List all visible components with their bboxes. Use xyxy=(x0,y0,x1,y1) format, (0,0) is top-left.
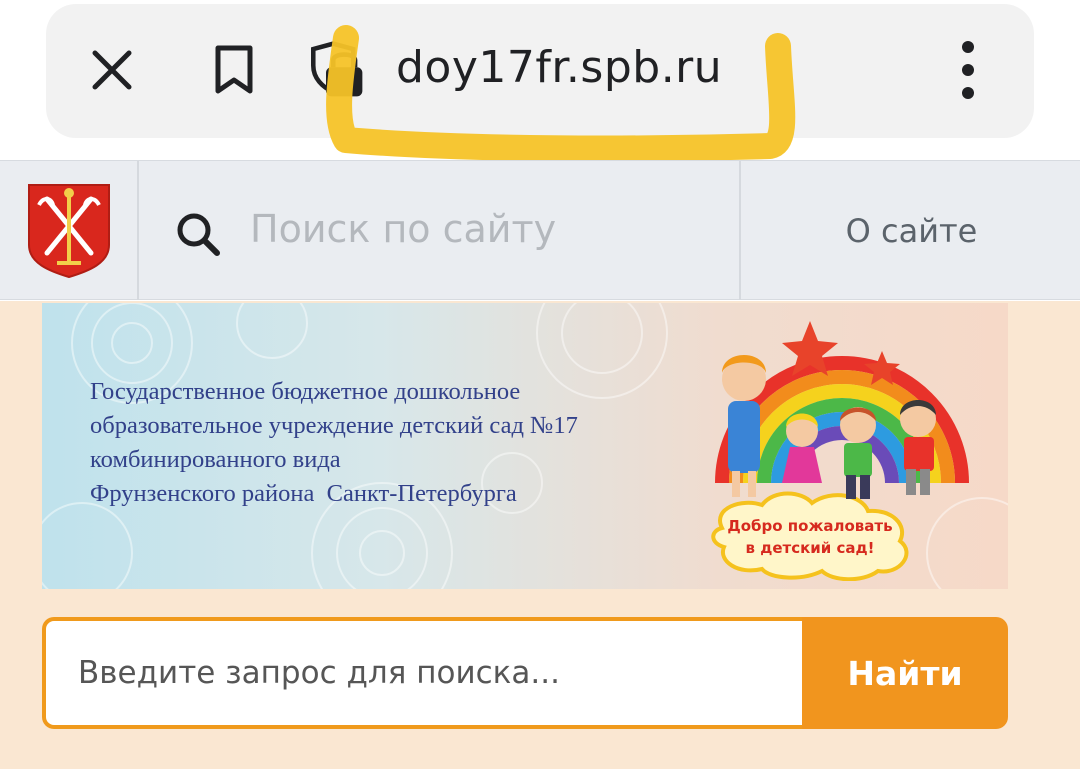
banner-line: комбинированного вида xyxy=(90,446,341,473)
page-content: Государственное бюджетное дошкольное обр… xyxy=(0,301,1080,769)
browser-toolbar: doy17fr.spb.ru xyxy=(0,0,1080,162)
search-input[interactable]: Введите запрос для поиска... xyxy=(42,617,804,729)
banner-line: Государственное бюджетное дошкольное xyxy=(90,378,521,405)
spb-coat-of-arms-icon xyxy=(27,183,110,278)
search-button[interactable]: Найти xyxy=(802,617,1008,729)
url-text[interactable]: doy17fr.spb.ru xyxy=(396,42,722,93)
banner-line: образовательное учреждение детский сад №… xyxy=(90,412,578,439)
header-banner: Государственное бюджетное дошкольное обр… xyxy=(42,303,1008,589)
about-site-link[interactable]: О сайте xyxy=(743,161,1080,300)
welcome-text-line1: Добро пожаловать xyxy=(727,517,892,535)
more-vert-icon[interactable] xyxy=(938,40,998,100)
banner-line: Фрунзенского района Санкт-Петербурга xyxy=(90,480,517,507)
welcome-text-line2: в детский сад! xyxy=(746,539,875,557)
search-icon xyxy=(177,213,220,256)
site-header: Поиск по сайту О сайте xyxy=(0,160,1080,300)
site-search-placeholder: Поиск по сайту xyxy=(250,207,557,251)
welcome-illustration: Добро пожаловать в детский сад! xyxy=(711,321,969,581)
search-form: Введите запрос для поиска... Найти xyxy=(42,617,1008,729)
close-icon[interactable] xyxy=(82,40,142,100)
site-security-icon[interactable] xyxy=(306,40,366,100)
bookmark-icon[interactable] xyxy=(204,40,264,100)
banner-title: Государственное бюджетное дошкольное обр… xyxy=(90,375,578,511)
emblem-cell[interactable] xyxy=(0,161,139,300)
search-input-placeholder: Введите запрос для поиска... xyxy=(78,655,560,691)
